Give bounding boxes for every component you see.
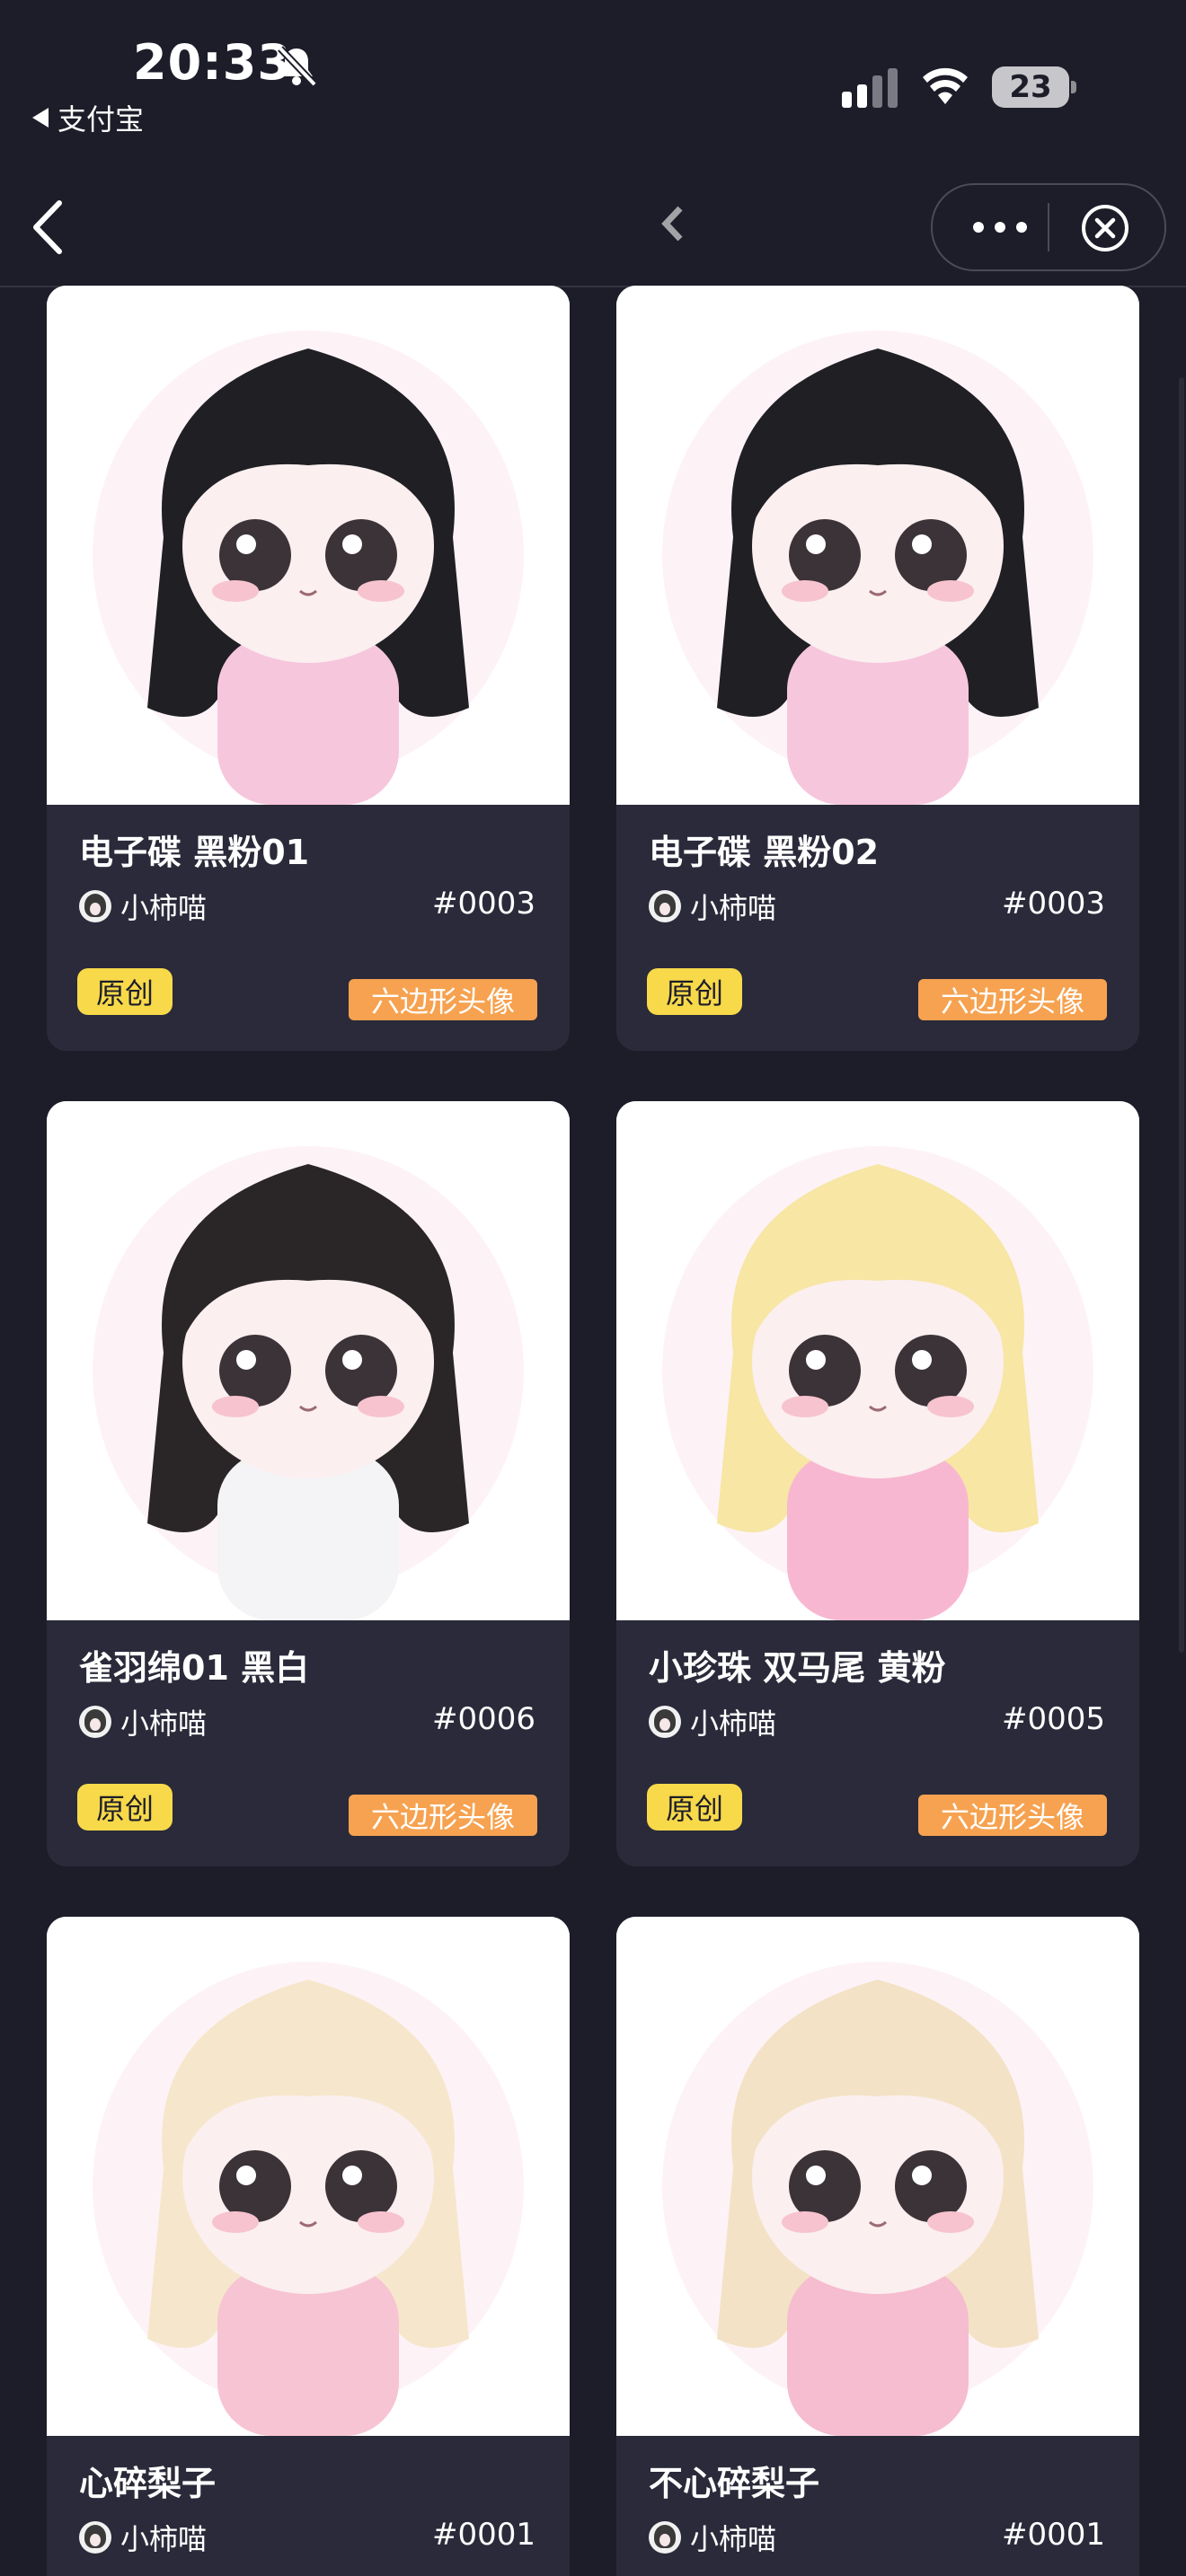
author-avatar (79, 2521, 111, 2554)
back-icon[interactable] (27, 198, 72, 257)
avatar-artwork (47, 286, 570, 805)
back-triangle-icon (32, 108, 49, 128)
author-avatar (649, 2521, 681, 2554)
back-app-label: 支付宝 (58, 102, 145, 137)
card-title: 电子碟 黑粉02 (649, 833, 880, 872)
status-bar: 20:33 支付宝 23 (0, 0, 1186, 162)
hexagon-avatar-tag: 六边形头像 (349, 979, 537, 1020)
author-name: 小柿喵 (120, 1707, 208, 1741)
author-avatar (79, 890, 111, 922)
card-author[interactable]: 小柿喵 (649, 1701, 776, 1742)
author-avatar (649, 1706, 681, 1738)
avatar-artwork (616, 286, 1139, 805)
card-number: #0005 (1001, 1701, 1105, 1737)
card-title: 心碎梨子 (79, 2464, 217, 2503)
navigation-bar (0, 162, 1186, 287)
more-icon[interactable] (969, 212, 1031, 243)
battery-indicator: 23 (992, 66, 1078, 110)
scrollbar[interactable] (1179, 377, 1184, 1653)
card-author[interactable]: 小柿喵 (649, 2517, 776, 2558)
author-name: 小柿喵 (690, 891, 777, 925)
card-author[interactable]: 小柿喵 (649, 886, 776, 927)
page-title-loading (661, 206, 683, 242)
author-avatar (649, 890, 681, 922)
avatar-card[interactable]: 小珍珠 双马尾 黄粉 小柿喵 #0005 原创 六边形头像 (616, 1101, 1139, 1866)
cellular-signal-icon (842, 68, 898, 108)
card-number: #0001 (431, 2517, 535, 2553)
battery-level: 23 (992, 66, 1069, 108)
avatar-card[interactable]: 电子碟 黑粉02 小柿喵 #0003 原创 六边形头像 (616, 286, 1139, 1051)
author-name: 小柿喵 (690, 2522, 777, 2556)
hexagon-avatar-tag: 六边形头像 (918, 1795, 1107, 1836)
original-tag: 原创 (647, 968, 742, 1015)
author-avatar (79, 1706, 111, 1738)
avatar-artwork (47, 1101, 570, 1620)
card-author[interactable]: 小柿喵 (79, 2517, 207, 2558)
hexagon-avatar-tag: 六边形头像 (918, 979, 1107, 1020)
avatar-card[interactable]: 电子碟 黑粉01 小柿喵 #0003 原创 六边形头像 (47, 286, 570, 1051)
avatar-card[interactable]: 心碎梨子 小柿喵 #0001 原创 六边形头像 (47, 1917, 570, 2576)
author-name: 小柿喵 (120, 2522, 208, 2556)
avatar-card[interactable]: 雀羽绵01 黑白 小柿喵 #0006 原创 六边形头像 (47, 1101, 570, 1866)
card-title: 电子碟 黑粉01 (79, 833, 310, 872)
capsule-divider (1048, 203, 1049, 251)
close-icon[interactable] (1080, 203, 1130, 253)
card-number: #0003 (431, 886, 535, 922)
author-name: 小柿喵 (690, 1707, 777, 1741)
avatar-artwork (616, 1101, 1139, 1620)
status-time: 20:33 (133, 34, 292, 91)
card-number: #0003 (1001, 886, 1105, 922)
bell-muted-icon (278, 46, 317, 87)
original-tag: 原创 (77, 968, 173, 1015)
avatar-artwork (616, 1917, 1139, 2436)
card-title: 小珍珠 双马尾 黄粉 (649, 1648, 946, 1688)
author-name: 小柿喵 (120, 891, 208, 925)
avatar-card[interactable]: 不心碎梨子 小柿喵 #0001 原创 六边形头像 (616, 1917, 1139, 2576)
card-number: #0006 (431, 1701, 535, 1737)
card-number: #0001 (1001, 2517, 1105, 2553)
avatar-grid: 电子碟 黑粉01 小柿喵 #0003 原创 六边形头像 电子碟 黑粉02 小柿喵… (0, 286, 1186, 2576)
avatar-artwork (47, 1917, 570, 2436)
original-tag: 原创 (77, 1784, 173, 1831)
card-title: 雀羽绵01 黑白 (79, 1648, 310, 1688)
original-tag: 原创 (647, 1784, 742, 1831)
mini-program-capsule (931, 183, 1166, 271)
wifi-icon (923, 67, 968, 104)
back-to-app-link[interactable]: 支付宝 (32, 97, 144, 138)
card-title: 不心碎梨子 (649, 2464, 820, 2503)
hexagon-avatar-tag: 六边形头像 (349, 1795, 537, 1836)
card-author[interactable]: 小柿喵 (79, 1701, 207, 1742)
battery-nub (1071, 81, 1076, 93)
card-author[interactable]: 小柿喵 (79, 886, 207, 927)
